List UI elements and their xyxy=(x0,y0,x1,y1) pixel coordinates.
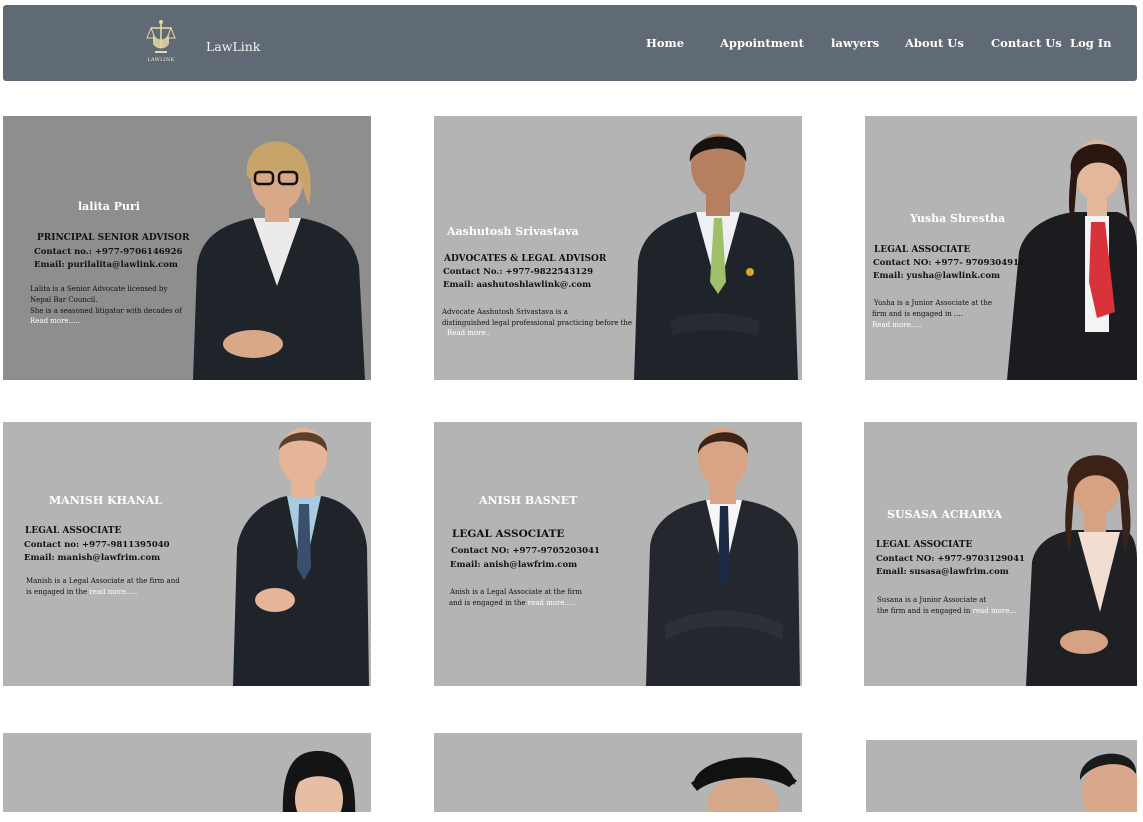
lawyer-card-partial[interactable] xyxy=(3,733,371,812)
lawyer-bio: Manish is a Legal Associate at the firm … xyxy=(26,577,180,585)
lawyer-bio: Lalita is a Senior Advocate licensed by xyxy=(30,285,168,293)
lawyer-contact: Contact no: +977-9811395040 xyxy=(24,540,170,550)
lawyer-bio-text: the firm and is engaged in xyxy=(877,607,971,615)
lawyer-bio: and is engaged in the read more..... xyxy=(449,598,576,609)
lawyer-bio-text: is engaged in the xyxy=(26,588,88,596)
lawyer-name: ANISH BASNET xyxy=(479,494,578,507)
lawyer-contact: Contact NO: +977-9705203041 xyxy=(451,546,600,556)
lawyer-card-yusha[interactable]: Yusha Shrestha LEGAL ASSOCIATE Contact N… xyxy=(865,116,1137,380)
nav-home[interactable]: Home xyxy=(646,36,684,50)
lawyer-contact: Contact No.: +977-9822543129 xyxy=(443,267,593,277)
logo[interactable]: LAWLINK xyxy=(143,18,179,68)
read-more-link[interactable]: read more... xyxy=(973,607,1016,615)
lawyer-name: Yusha Shrestha xyxy=(910,212,1006,225)
nav-appointment[interactable]: Appointment xyxy=(720,36,804,50)
lawyer-card-manish[interactable]: MANISH KHANAL LEGAL ASSOCIATE Contact no… xyxy=(3,422,371,686)
logo-text: LAWLINK xyxy=(147,57,175,63)
read-more-link[interactable]: read more..... xyxy=(89,588,137,596)
lawyer-bio: Anish is a Legal Associate at the firm xyxy=(450,588,583,596)
lawyer-photo xyxy=(1007,140,1137,380)
lawyer-name: lalita Puri xyxy=(78,200,140,213)
lawyer-email: Email: susasa@lawfrim.com xyxy=(876,567,1009,577)
lawyer-bio: Advocate Aashutosh Srivastava is a xyxy=(442,308,568,316)
lawyer-card-partial[interactable] xyxy=(866,740,1137,812)
nav-contact-us[interactable]: Contact Us xyxy=(991,36,1062,50)
lawyer-email: Email: anish@lawfrim.com xyxy=(450,560,578,570)
lawyer-card-susasa[interactable]: SUSASA ACHARYA LEGAL ASSOCIATE Contact N… xyxy=(864,422,1137,686)
lawyer-name: Aashutosh Srivastava xyxy=(447,225,579,238)
lawyer-photo xyxy=(1026,455,1137,686)
lawyer-card-aashutosh[interactable]: Aashutosh Srivastava ADVOCATES & LEGAL A… xyxy=(434,116,802,380)
nav-lawyers[interactable]: lawyers xyxy=(831,36,879,50)
lawyer-card-lalita[interactable]: lalita Puri PRINCIPAL SENIOR ADVISOR Con… xyxy=(3,116,371,380)
nav-log-in[interactable]: Log In xyxy=(1070,36,1112,50)
lawyer-bio: She is a seasoned litigator with decades… xyxy=(30,307,182,315)
lawyer-bio: distinguished legal professional practic… xyxy=(442,319,633,327)
lawyer-email: Email: purilalita@lawlink.com xyxy=(34,260,178,270)
lawyer-bio: the firm and is engaged in read more... xyxy=(877,606,1016,617)
lawyer-card-partial[interactable] xyxy=(434,733,802,812)
lawyer-name: SUSASA ACHARYA xyxy=(887,508,1003,521)
lawyer-name: MANISH KHANAL xyxy=(49,494,162,507)
lawyer-role: PRINCIPAL SENIOR ADVISOR xyxy=(37,233,190,243)
lawyer-photo xyxy=(691,757,797,812)
lawyer-email: Email: manish@lawfrim.com xyxy=(24,553,161,563)
navbar: LAWLINK LawLink Home Appointment lawyers… xyxy=(3,5,1137,81)
read-more-link[interactable]: read more..... xyxy=(528,599,576,607)
lawyer-photo xyxy=(1079,753,1137,812)
scales-of-justice-icon xyxy=(146,20,176,53)
lawyer-photo xyxy=(233,428,369,686)
lawyer-email: Email: aashutoshlawlink@.com xyxy=(443,280,592,290)
lawyer-bio: Yusha is a Junior Associate at the xyxy=(874,299,992,307)
lawyer-role: LEGAL ASSOCIATE xyxy=(876,540,973,550)
lawyer-role: ADVOCATES & LEGAL ADVISOR xyxy=(444,254,607,264)
lawyer-role: LEGAL ASSOCIATE xyxy=(452,528,565,540)
lawyer-contact: Contact no.: +977-9706146926 xyxy=(34,247,183,257)
lawyer-photo xyxy=(193,141,365,380)
lawyer-bio-text: and is engaged in the xyxy=(449,599,526,607)
lawyer-photo xyxy=(634,134,798,380)
lawyer-role: LEGAL ASSOCIATE xyxy=(25,526,122,536)
lawyer-photo xyxy=(282,751,356,812)
lawyer-bio: Susana is a Junior Associate at xyxy=(877,596,987,604)
lawyer-contact: Contact NO: +977- 9709304911 xyxy=(873,258,1025,268)
read-more-link[interactable]: Read more.. xyxy=(447,329,490,337)
lawyer-bio: is engaged in the read more..... xyxy=(26,587,137,598)
read-more-link[interactable]: Read more..... xyxy=(872,321,922,329)
brand-name[interactable]: LawLink xyxy=(206,39,260,54)
read-more-link[interactable]: Read more..... xyxy=(30,317,80,325)
lawyer-bio: Nepal Bar Council. xyxy=(30,296,98,304)
lawyer-email: Email: yusha@lawlink.com xyxy=(873,271,1001,281)
nav-about-us[interactable]: About Us xyxy=(905,36,964,50)
lawyer-role: LEGAL ASSOCIATE xyxy=(874,245,971,255)
lawyer-contact: Contact NO: +977-9703129041 xyxy=(876,554,1025,564)
lawyer-card-anish[interactable]: ANISH BASNET LEGAL ASSOCIATE Contact NO:… xyxy=(434,422,802,686)
lawyer-bio: firm and is engaged in .... xyxy=(872,310,963,318)
lawyer-photo xyxy=(646,428,800,686)
